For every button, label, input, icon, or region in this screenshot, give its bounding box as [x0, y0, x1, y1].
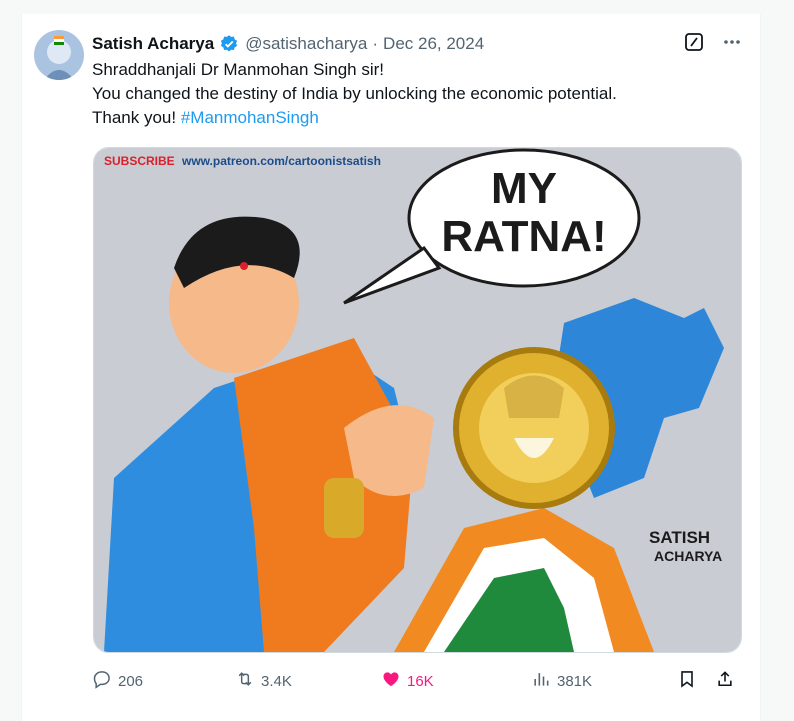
repost-icon [235, 669, 255, 693]
share-icon [715, 669, 735, 693]
tweet-header: Satish Acharya @satishacharya · Dec 26, … [92, 31, 748, 57]
reply-icon [92, 669, 112, 693]
tweet-text-line: Shraddhanjali Dr Manmohan Singh sir! [92, 60, 384, 79]
views-count: 381K [557, 672, 593, 690]
speech-text-line1: MY [491, 164, 557, 213]
share-button[interactable] [715, 669, 735, 693]
tweet-date[interactable]: Dec 26, 2024 [383, 34, 484, 54]
signature-line1: SATISH [649, 528, 710, 547]
tweet-text-prefix: Thank you! [92, 108, 181, 127]
speech-text-line2: RATNA! [441, 212, 606, 261]
views-button[interactable]: 381K [531, 669, 677, 693]
verified-badge-icon [219, 34, 239, 54]
tweet-text-line: You changed the destiny of India by unlo… [92, 84, 617, 103]
avatar[interactable] [34, 30, 84, 80]
action-bar: 206 3.4K 16K 381K [92, 666, 746, 696]
more-icon[interactable] [722, 32, 742, 57]
views-icon [531, 669, 551, 693]
patreon-url: www.patreon.com/cartoonistsatish [181, 154, 381, 168]
separator: · [372, 34, 379, 53]
tweet-text: Shraddhanjali Dr Manmohan Singh sir! You… [92, 58, 732, 130]
header-icons [684, 32, 742, 57]
hashtag-link[interactable]: #ManmohanSingh [181, 108, 319, 127]
grok-icon[interactable] [684, 32, 704, 57]
author-name[interactable]: Satish Acharya [92, 34, 214, 54]
signature-line2: ACHARYA [654, 548, 722, 564]
like-count: 16K [407, 672, 434, 690]
bookmark-icon [677, 669, 697, 693]
like-button[interactable]: 16K [381, 669, 531, 693]
heart-icon [381, 669, 401, 693]
tweet-media-cartoon[interactable]: MY RATNA! SUBSCRIBE www.patreon.com/cart… [93, 147, 742, 653]
bookmark-button[interactable] [677, 669, 715, 693]
repost-count: 3.4K [261, 672, 292, 690]
tweet-card[interactable]: Satish Acharya @satishacharya · Dec 26, … [21, 14, 761, 721]
subscribe-label: SUBSCRIBE [104, 154, 175, 168]
tweet-text-line: Thank you! #ManmohanSingh [92, 106, 732, 130]
author-handle[interactable]: @satishacharya [245, 34, 367, 54]
repost-button[interactable]: 3.4K [235, 669, 381, 693]
reply-button[interactable]: 206 [92, 669, 235, 693]
reply-count: 206 [118, 672, 144, 690]
